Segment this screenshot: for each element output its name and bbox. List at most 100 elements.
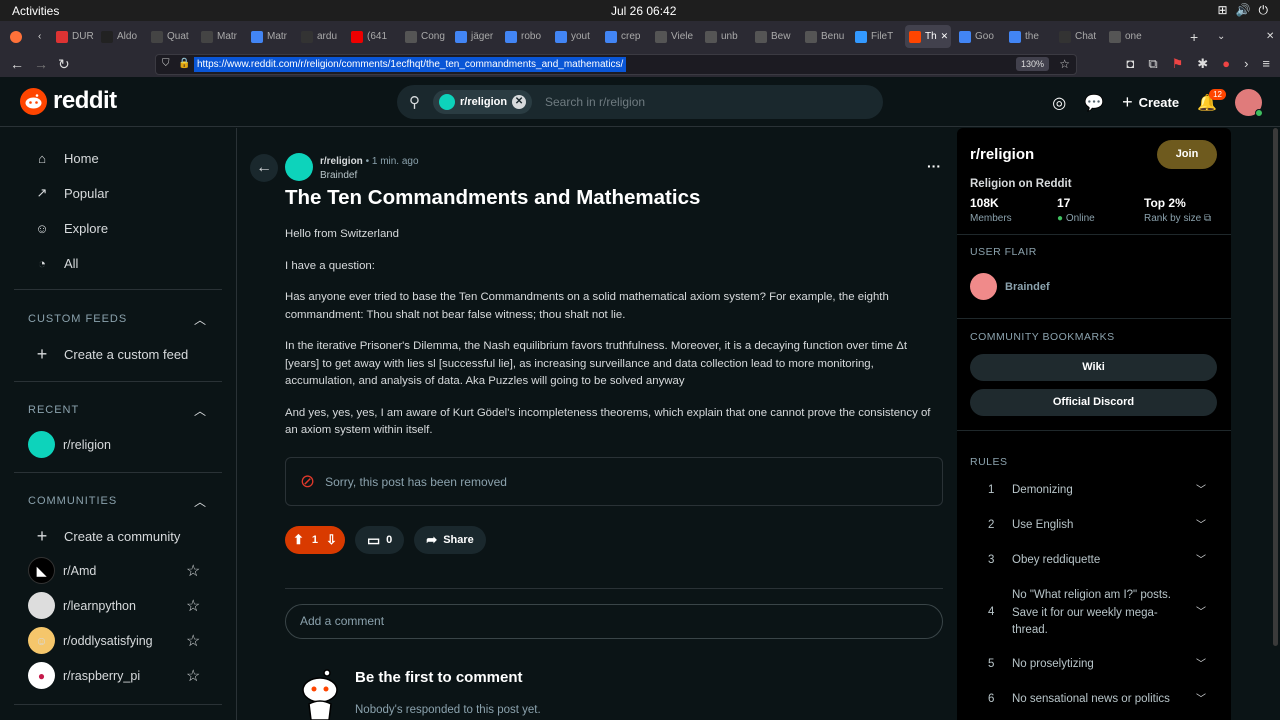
comments-button[interactable]: ▭ 0 (354, 526, 405, 554)
search-bar[interactable]: ⚲ r/religion ✕ Search in r/religion (397, 85, 883, 119)
page-scrollbar[interactable] (1273, 128, 1278, 646)
favorite-star-icon[interactable]: ☆ (186, 631, 200, 651)
system-tray[interactable]: ⊞ 🔊 ⏻ (1217, 3, 1268, 18)
create-community[interactable]: + Create a community (32, 526, 181, 546)
menu-icon[interactable]: ≡ (1262, 56, 1270, 72)
browser-tab[interactable]: yout (551, 25, 597, 48)
chevron-down-icon: ﹀ (1196, 659, 1206, 670)
upvote-icon[interactable]: ⬆ (293, 532, 304, 548)
firefox-menu-icon[interactable] (6, 25, 26, 48)
community-item-oddlysatisfying[interactable]: ☺ r/oddlysatisfying (28, 627, 153, 654)
recent-item-religion[interactable]: r/religion (28, 431, 111, 458)
close-tab-icon[interactable]: ✕ (941, 31, 949, 42)
browser-tab[interactable]: DUR (52, 25, 98, 48)
zoom-level[interactable]: 130% (1015, 57, 1049, 71)
favorite-star-icon[interactable]: ☆ (186, 561, 200, 581)
shield-icon[interactable]: ⛉ (162, 58, 170, 69)
community-item-learnpython[interactable]: r/learnpython (28, 592, 136, 619)
post-subreddit-link[interactable]: r/religion (320, 156, 363, 167)
extension-icon[interactable]: ⧉ (1148, 56, 1157, 72)
rank-label[interactable]: Rank by size ⧉ (1144, 213, 1211, 224)
tab-scroll-left-icon[interactable]: ‹ (34, 25, 48, 48)
new-tab-button[interactable]: + (1186, 25, 1198, 48)
official-discord-button[interactable]: Official Discord (970, 389, 1217, 416)
downvote-icon[interactable]: ⇩ (326, 532, 337, 548)
religion-community-icon[interactable] (285, 153, 313, 181)
divider (14, 472, 222, 473)
subreddit-filter-chip[interactable]: r/religion ✕ (433, 90, 533, 114)
adblock-icon[interactable]: ⚑ (1172, 56, 1184, 72)
recent-heading[interactable]: RECENT (28, 404, 79, 416)
user-flair[interactable]: Braindef (970, 273, 1050, 300)
system-clock[interactable]: Jul 26 06:42 (611, 4, 676, 18)
reload-icon[interactable]: ↻ (58, 56, 70, 73)
notifications-bell-icon[interactable]: 🔔 12 (1197, 88, 1226, 113)
chevron-up-icon[interactable]: ︿ (194, 493, 206, 510)
browser-tab[interactable]: Th ✕ (905, 25, 951, 48)
forward-icon[interactable]: → (34, 56, 48, 72)
favorite-star-icon[interactable]: ☆ (186, 596, 200, 616)
sidebar-item-popular[interactable]: ↗ Popular (32, 183, 109, 203)
reddit-logo[interactable]: reddit (20, 87, 117, 115)
community-item-amd[interactable]: ◣ r/Amd (28, 557, 96, 584)
sidebar-item-explore[interactable]: ☺ Explore (32, 218, 108, 238)
browser-tab[interactable]: unb (701, 25, 747, 48)
profile-icon[interactable]: ● (1222, 56, 1230, 72)
custom-feeds-heading[interactable]: CUSTOM FEEDS (28, 313, 127, 325)
lock-icon[interactable]: 🔒 (178, 58, 190, 69)
browser-tab[interactable]: robo (501, 25, 547, 48)
back-button[interactable]: ← (250, 154, 278, 182)
more-icon[interactable]: › (1244, 56, 1248, 72)
browser-tab[interactable]: Matr (197, 25, 243, 48)
browser-tab[interactable]: ardu (297, 25, 343, 48)
advertise-icon[interactable]: ◎ (1052, 93, 1066, 113)
browser-tab[interactable]: one (1105, 25, 1151, 48)
post-author[interactable]: Braindef (320, 170, 357, 181)
share-button[interactable]: ➦ Share (414, 526, 486, 554)
join-button[interactable]: Join (1157, 140, 1217, 169)
community-name[interactable]: r/religion (970, 146, 1034, 163)
chevron-up-icon[interactable]: ︿ (194, 402, 206, 419)
sidebar-item-home[interactable]: ⌂ Home (32, 148, 99, 168)
browser-tab[interactable]: FileT (851, 25, 897, 48)
url-bar[interactable]: ⛉ 🔒 https://www.reddit.com/r/religion/co… (155, 54, 1077, 75)
more-options-icon[interactable]: ··· (927, 158, 941, 174)
browser-tab[interactable]: Chat (1055, 25, 1101, 48)
user-avatar[interactable] (1235, 89, 1263, 117)
bookmark-star-icon[interactable]: ☆ (1059, 57, 1070, 71)
browser-tab[interactable]: Aldo (97, 25, 143, 48)
browser-tab[interactable]: Benu (801, 25, 847, 48)
pocket-icon[interactable]: ◘ (1126, 56, 1134, 72)
close-window-icon[interactable]: ✕ (1262, 25, 1274, 48)
chevron-up-icon[interactable]: ︿ (194, 311, 206, 328)
browser-tab[interactable]: (641 (347, 25, 393, 48)
back-icon[interactable]: ← (10, 56, 24, 72)
system-top-bar: Activities Jul 26 06:42 ⊞ 🔊 ⏻ (0, 0, 1280, 21)
puzzle-icon[interactable]: ✱ (1197, 56, 1208, 72)
browser-tab[interactable]: jäger (451, 25, 497, 48)
create-feed-label: Create a custom feed (64, 346, 189, 362)
browser-tab[interactable]: crep (601, 25, 647, 48)
communities-heading[interactable]: COMMUNITIES (28, 495, 117, 507)
chat-icon[interactable]: 💬 (1084, 93, 1104, 113)
tab-label: ardu (317, 31, 338, 42)
community-item-raspberry-pi[interactable]: ● r/raspberry_pi (28, 662, 140, 689)
activities-button[interactable]: Activities (12, 4, 59, 18)
browser-tab[interactable]: Matr (247, 25, 293, 48)
wiki-button[interactable]: Wiki (970, 354, 1217, 381)
browser-tab[interactable]: Cong (401, 25, 447, 48)
browser-tab[interactable]: Goo (955, 25, 1001, 48)
create-post-button[interactable]: + Create (1122, 92, 1179, 113)
tab-label: the (1025, 31, 1039, 42)
tab-list-icon[interactable]: ⌄ (1213, 25, 1225, 48)
browser-tab[interactable]: Quat (147, 25, 193, 48)
browser-tab[interactable]: Bew (751, 25, 797, 48)
add-comment-input[interactable]: Add a comment (285, 604, 943, 639)
browser-tab[interactable]: Viele (651, 25, 697, 48)
sidebar-item-all[interactable]: ◔ All (32, 253, 78, 273)
clear-chip-icon[interactable]: ✕ (512, 95, 527, 109)
browser-tab[interactable]: the (1005, 25, 1051, 48)
favorite-star-icon[interactable]: ☆ (186, 666, 200, 686)
url-text[interactable]: https://www.reddit.com/r/religion/commen… (194, 57, 627, 72)
create-custom-feed[interactable]: + Create a custom feed (32, 344, 189, 364)
